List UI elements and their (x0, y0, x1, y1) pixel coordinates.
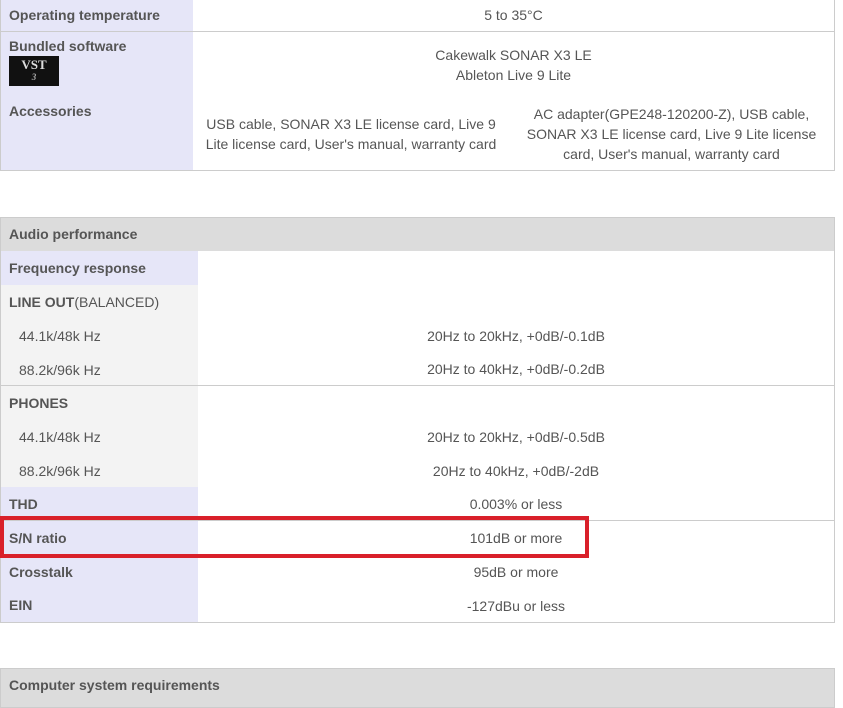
value-accessories-a: USB cable, SONAR X3 LE license card, Liv… (193, 97, 510, 171)
value-phones (198, 386, 835, 421)
section-header-audio-performance: Audio performance (0, 217, 835, 252)
bundled-software-label: Bundled software (9, 38, 127, 54)
value-phones-88k: 20Hz to 40kHz, +0dB/-2dB (198, 454, 835, 488)
highlight-box-sn-ratio (0, 516, 589, 558)
value-line-88k: 20Hz to 40kHz, +0dB/-0.2dB (198, 353, 835, 387)
software-line: Ableton Live 9 Lite (455, 66, 572, 83)
label-crosstalk: Crosstalk (0, 555, 199, 590)
label-line-88k: 88.2k/96k Hz (0, 353, 199, 387)
value-ein: -127dBu or less (198, 589, 835, 623)
value-line-out (198, 285, 835, 320)
line-out-suffix: (BALANCED) (74, 294, 160, 310)
label-accessories: Accessories (0, 97, 194, 171)
label-line-out: LINE OUT(BALANCED) (0, 285, 199, 320)
label-phones: PHONES (0, 386, 199, 421)
software-line: Cakewalk SONAR X3 LE (435, 46, 592, 63)
vst3-logo: VST 3 (9, 56, 59, 86)
label-phones-88k: 88.2k/96k Hz (0, 454, 199, 488)
value-crosstalk: 95dB or more (198, 555, 835, 590)
label-operating-temperature: Operating temperature (0, 0, 194, 32)
value-phones-44k: 20Hz to 20kHz, +0dB/-0.5dB (198, 420, 835, 455)
value-operating-temperature: 5 to 35°C (193, 0, 835, 32)
label-bundled-software: Bundled software VST 3 (0, 32, 194, 98)
line-out-label: LINE OUT (9, 294, 75, 310)
value-accessories-b: AC adapter(GPE248-120200-Z), USB cable, … (509, 97, 835, 171)
label-ein: EIN (0, 589, 199, 623)
value-frequency-response (198, 251, 835, 286)
label-phones-44k: 44.1k/48k Hz (0, 420, 199, 455)
value-bundled-software: Cakewalk SONAR X3 LE Ableton Live 9 Lite (193, 32, 835, 98)
label-frequency-response: Frequency response (0, 251, 199, 286)
label-line-44k: 44.1k/48k Hz (0, 319, 199, 354)
value-line-44k: 20Hz to 20kHz, +0dB/-0.1dB (198, 319, 835, 354)
section-header-computer-requirements: Computer system requirements (0, 668, 835, 708)
